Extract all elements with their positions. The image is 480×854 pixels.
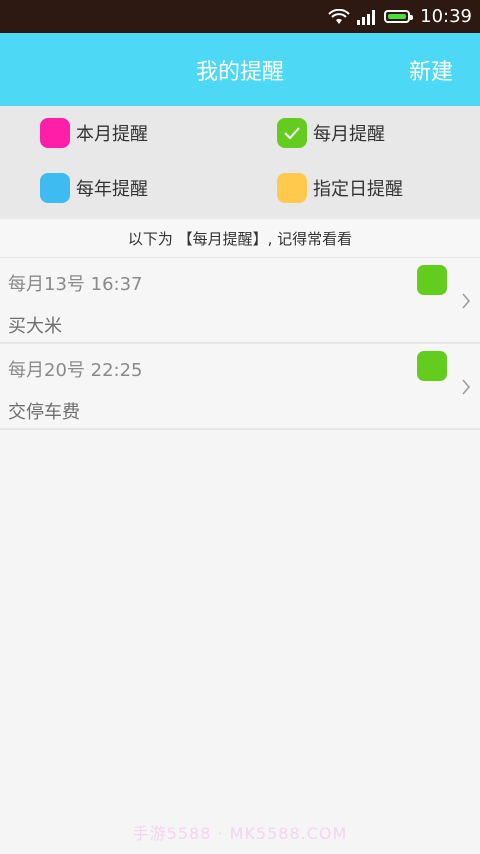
wifi-icon	[328, 8, 350, 25]
category-color-icon	[417, 351, 447, 381]
page-title: 我的提醒	[195, 59, 284, 85]
reminder-time: 每月13号 16:37	[8, 274, 143, 295]
legend-specific-date[interactable]: 指定日提醒	[277, 173, 403, 203]
legend-monthly[interactable]: 每月提醒	[277, 118, 385, 148]
yellow-square-icon	[277, 173, 307, 203]
category-color-icon	[417, 265, 447, 295]
pink-square-icon	[40, 118, 70, 148]
blue-square-icon	[40, 173, 70, 203]
signal-icon	[356, 9, 378, 25]
chevron-right-icon	[459, 378, 473, 396]
watermark: 手游5588 · MK5588.COM	[132, 824, 348, 843]
legend-label: 每年提醒	[76, 179, 148, 200]
reminder-title: 买大米	[8, 316, 62, 337]
status-time: 10:39	[420, 6, 472, 27]
legend-yearly[interactable]: 每年提醒	[40, 173, 148, 203]
check-icon	[277, 118, 307, 148]
new-button[interactable]: 新建	[409, 33, 453, 106]
chevron-right-icon	[459, 292, 473, 310]
legend-label: 本月提醒	[76, 124, 148, 145]
app-header: 我的提醒 新建	[0, 33, 480, 106]
reminder-row[interactable]: 每月20号 22:25 交停车费	[0, 344, 480, 430]
legend-label: 每月提醒	[313, 124, 385, 145]
battery-icon	[384, 10, 414, 23]
legend-label: 指定日提醒	[313, 179, 403, 200]
reminder-time: 每月20号 22:25	[8, 360, 143, 381]
reminder-row[interactable]: 每月13号 16:37 买大米	[0, 258, 480, 344]
section-notice: 以下为 【每月提醒】, 记得常看看	[0, 219, 480, 258]
legend-panel: 本月提醒 每月提醒 每年提醒 指定日提醒	[0, 106, 480, 219]
status-bar: 10:39	[0, 0, 480, 33]
reminder-title: 交停车费	[8, 402, 80, 423]
legend-monthly-current[interactable]: 本月提醒	[40, 118, 148, 148]
